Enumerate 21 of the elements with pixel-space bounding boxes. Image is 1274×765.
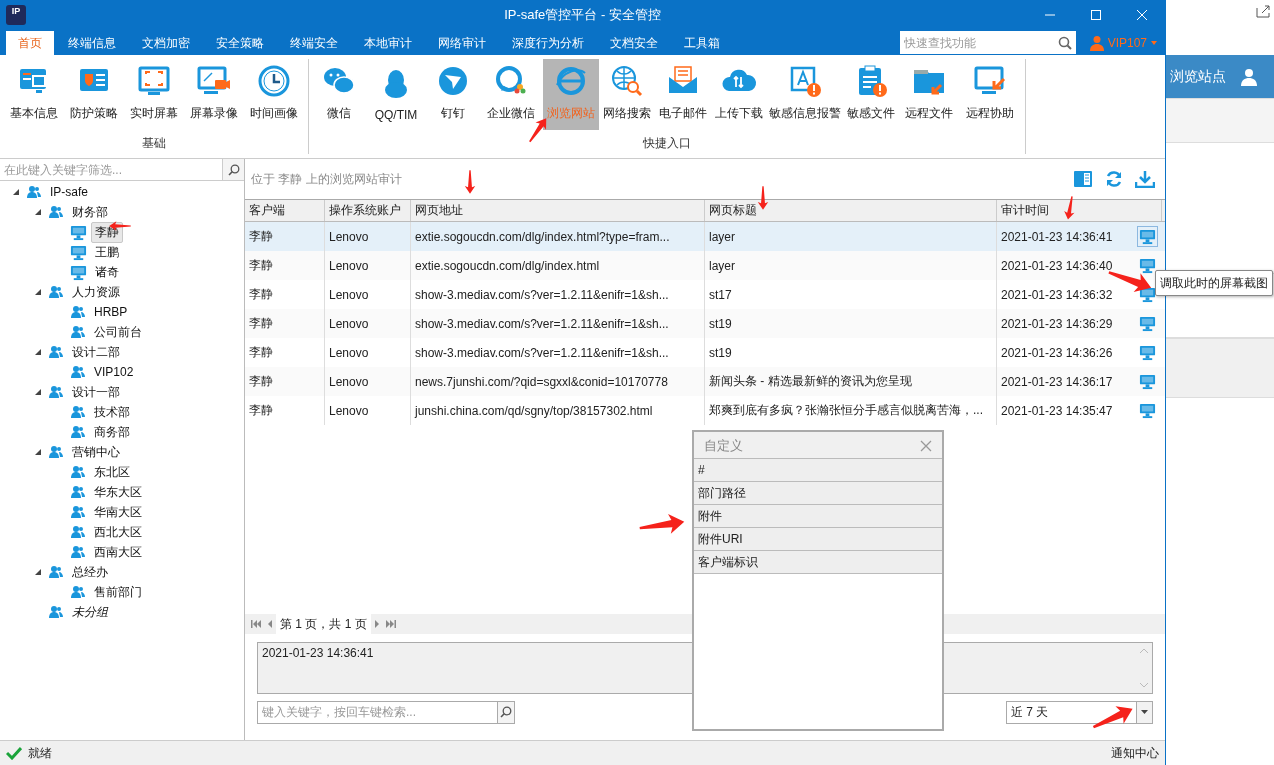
table-cell-text: 2021-01-23 14:36:40 xyxy=(1000,257,1114,275)
table-cell: 郑爽到底有多疯？张瀚张恒分手感言似脱离苦海，... xyxy=(705,396,997,425)
page-indicator: 第 1 页，共 1 页 xyxy=(276,613,371,635)
ribbon-group-title: 快捷入口 xyxy=(642,135,692,152)
tooltip: 调取此时的屏幕截图 xyxy=(1155,270,1273,296)
table-cell-text: 2021-01-23 14:36:26 xyxy=(1000,344,1114,362)
table-cell-text: 2021-01-23 14:36:29 xyxy=(1000,315,1114,333)
table-cell-text: 2021-01-23 14:36:17 xyxy=(1000,373,1114,391)
table-cell: 李静 xyxy=(245,396,325,425)
app-logo: IP xyxy=(6,5,26,25)
table-cell: junshi.china.com/qd/sgny/top/38157302.html xyxy=(411,396,705,425)
table-cell-text: 2021-01-23 14:36:32 xyxy=(1000,286,1114,304)
view-caption: 位于 李静 上的浏览网站审计 xyxy=(251,170,402,188)
table-cell-text: 2021-01-23 14:35:47 xyxy=(1000,402,1114,420)
side-page-title: 浏览站点 xyxy=(1170,67,1226,86)
ribbon-group-title: 基础 xyxy=(141,135,167,152)
table-cell: Lenovo xyxy=(325,396,411,425)
table-cell-text: 2021-01-23 14:36:41 xyxy=(1000,228,1114,246)
window-title: IP-safe管控平台 - 安全管控 xyxy=(503,6,661,24)
dialog-title: 自定义 xyxy=(704,436,743,455)
status-text: 就绪 xyxy=(28,744,52,762)
